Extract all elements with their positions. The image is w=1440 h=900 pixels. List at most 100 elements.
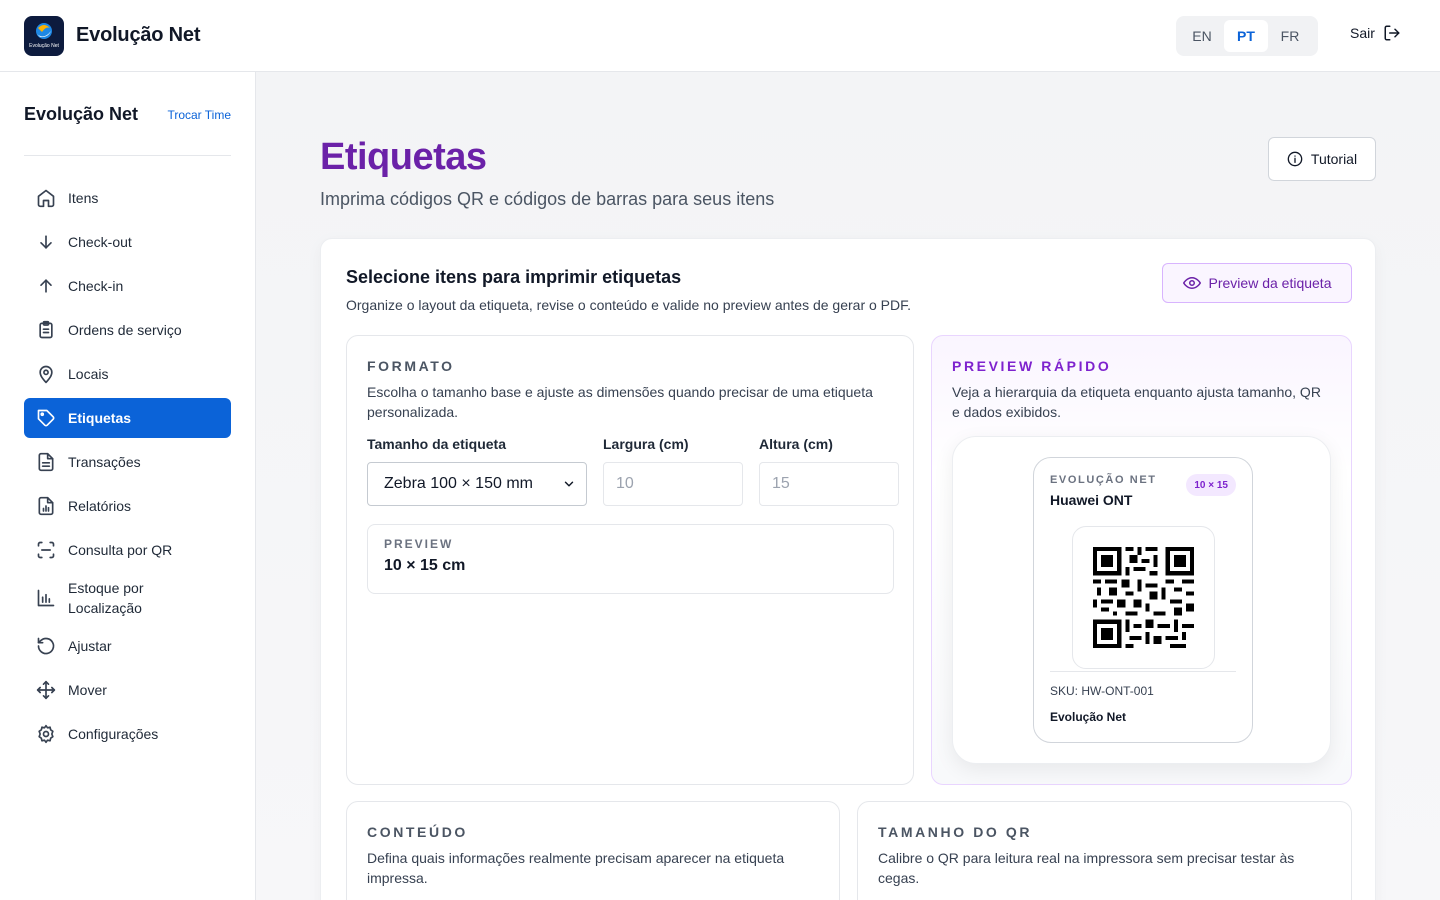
brand-name: Evolução Net	[76, 24, 201, 46]
sidebar-item-label: Check-in	[68, 278, 124, 294]
quick-preview-panel: PREVIEW RÁPIDO Veja a hierarquia da etiq…	[931, 335, 1352, 785]
qr-size-description: Calibre o QR para leitura real na impres…	[878, 850, 1295, 886]
log-out-icon	[1384, 25, 1400, 41]
qr-code-icon	[1093, 547, 1194, 648]
sidebar-nav: Itens Check-out Check-in Ordens de servi…	[24, 178, 231, 754]
logo-text: Evolução Net	[29, 42, 59, 49]
preview-button-label: Preview da etiqueta	[1208, 275, 1332, 291]
width-input[interactable]: 10	[603, 462, 743, 506]
size-preview-box: PREVIEW 10 × 15 cm	[367, 524, 894, 594]
label-print-card: Selecione itens para imprimir etiquetas …	[320, 238, 1376, 900]
quick-preview-kicker: PREVIEW RÁPIDO	[952, 358, 1112, 374]
info-icon	[1287, 151, 1303, 167]
rotate-ccw-icon	[36, 636, 56, 656]
size-field: Tamanho da etiqueta Zebra 100 × 150 mm	[367, 436, 587, 506]
qr-size-panel: TAMANHO DO QR Calibre o QR para leitura …	[857, 801, 1352, 900]
sidebar-item-ordens[interactable]: Ordens de serviço	[24, 310, 231, 350]
sidebar-item-check-in[interactable]: Check-in	[24, 266, 231, 306]
lang-fr-button[interactable]: FR	[1268, 20, 1312, 52]
tutorial-label: Tutorial	[1310, 151, 1358, 167]
file-chart-icon	[36, 496, 56, 516]
sidebar-item-check-out[interactable]: Check-out	[24, 222, 231, 262]
size-label: Tamanho da etiqueta	[367, 436, 506, 452]
home-icon	[36, 188, 56, 208]
format-kicker: FORMATO	[367, 358, 455, 374]
height-label: Altura (cm)	[759, 436, 833, 452]
logo-globe-icon	[36, 22, 52, 39]
sidebar-item-ajustar[interactable]: Ajustar	[24, 626, 231, 666]
sidebar-item-mover[interactable]: Mover	[24, 670, 231, 710]
label-separator	[1050, 671, 1236, 672]
sidebar-item-locais[interactable]: Locais	[24, 354, 231, 394]
sidebar-item-etiquetas[interactable]: Etiquetas	[24, 398, 231, 438]
width-label: Largura (cm)	[603, 436, 689, 452]
content-description: Defina quais informações realmente preci…	[367, 850, 785, 886]
clipboard-icon	[36, 320, 56, 340]
sidebar-item-label: Itens	[68, 190, 99, 206]
quick-preview-description: Veja a hierarquia da etiqueta enquanto a…	[952, 384, 1321, 420]
arrow-up-icon	[36, 276, 56, 296]
size-preview-kicker: PREVIEW	[384, 537, 454, 551]
sidebar: Evolução Net Trocar Time Itens Check-out…	[0, 72, 256, 900]
card-title: Selecione itens para imprimir etiquetas	[346, 267, 682, 287]
height-input[interactable]: 15	[759, 462, 899, 506]
sidebar-item-label: Ordens de serviço	[68, 322, 182, 338]
language-switcher: EN PT FR	[1176, 16, 1318, 56]
qr-size-kicker: TAMANHO DO QR	[878, 824, 1033, 840]
content-panel: CONTEÚDO Defina quais informações realme…	[346, 801, 840, 900]
sidebar-item-label: Configurações	[68, 726, 159, 742]
eye-icon	[1182, 277, 1201, 289]
qr-code-box	[1072, 526, 1215, 669]
size-preview-value: 10 × 15 cm	[384, 557, 466, 574]
settings-icon	[36, 724, 56, 744]
move-icon	[36, 680, 56, 700]
label-sku: SKU: HW-ONT-001	[1050, 684, 1154, 698]
label-card: EVOLUÇÃO NET 10 × 15 Huawei ONT SKU: HW-…	[1033, 457, 1253, 743]
format-fields: Tamanho da etiqueta Zebra 100 × 150 mm L…	[367, 436, 899, 506]
sidebar-item-label: Check-out	[68, 234, 132, 250]
logout-button[interactable]: Sair	[1350, 24, 1401, 42]
label-preview-button[interactable]: Preview da etiqueta	[1162, 263, 1352, 303]
chevron-down-icon	[564, 481, 574, 487]
sidebar-item-label: Locais	[68, 366, 109, 382]
label-size-select[interactable]: Zebra 100 × 150 mm	[367, 462, 587, 506]
sidebar-item-itens[interactable]: Itens	[24, 178, 231, 218]
label-preview-stage: EVOLUÇÃO NET 10 × 15 Huawei ONT SKU: HW-…	[952, 436, 1331, 764]
top-bar: Evolução Net Evolução Net EN PT FR Sair	[0, 0, 1440, 72]
sidebar-item-transacoes[interactable]: Transações	[24, 442, 231, 482]
sidebar-item-label: Transações	[68, 454, 141, 470]
switch-team-link[interactable]: Trocar Time	[167, 108, 231, 122]
team-name: Evolução Net	[24, 104, 139, 124]
format-panel: FORMATO Escolha o tamanho base e ajuste …	[346, 335, 914, 785]
width-field: Largura (cm) 10	[603, 436, 743, 506]
sidebar-item-label: Consulta por QR	[68, 542, 173, 558]
lang-en-button[interactable]: EN	[1180, 20, 1224, 52]
tag-icon	[36, 408, 56, 428]
sidebar-item-estoque-localizacao[interactable]: Estoque por Localização	[24, 574, 231, 622]
page-subtitle: Imprima códigos QR e códigos de barras p…	[320, 189, 775, 209]
label-size-value: Zebra 100 × 150 mm	[384, 475, 533, 492]
sidebar-item-configuracoes[interactable]: Configurações	[24, 714, 231, 754]
format-description: Escolha o tamanho base e ajuste as dimen…	[367, 384, 873, 420]
scan-icon	[36, 540, 56, 560]
arrow-down-icon	[36, 232, 56, 252]
file-text-icon	[36, 452, 56, 472]
label-size-badge: 10 × 15	[1186, 474, 1236, 496]
lang-pt-button[interactable]: PT	[1224, 20, 1268, 52]
tutorial-button[interactable]: Tutorial	[1268, 137, 1376, 181]
height-field: Altura (cm) 15	[759, 436, 899, 506]
team-header: Evolução Net Trocar Time	[24, 72, 231, 156]
main-content: Etiquetas Imprima códigos QR e códigos d…	[256, 72, 1440, 900]
page-title: Etiquetas	[320, 136, 487, 178]
logout-label: Sair	[1350, 25, 1375, 41]
card-description: Organize o layout da etiqueta, revise o …	[346, 297, 912, 313]
content-kicker: CONTEÚDO	[367, 824, 468, 840]
sidebar-item-label: Etiquetas	[68, 410, 132, 426]
brand-logo[interactable]: Evolução Net	[24, 15, 64, 56]
sidebar-item-relatorios[interactable]: Relatórios	[24, 486, 231, 526]
sidebar-item-label: Mover	[68, 682, 107, 698]
sidebar-item-label: Estoque por Localização	[68, 580, 144, 616]
sidebar-item-label: Ajustar	[68, 638, 112, 654]
sidebar-item-consulta-qr[interactable]: Consulta por QR	[24, 530, 231, 570]
bar-chart-icon	[36, 588, 56, 608]
